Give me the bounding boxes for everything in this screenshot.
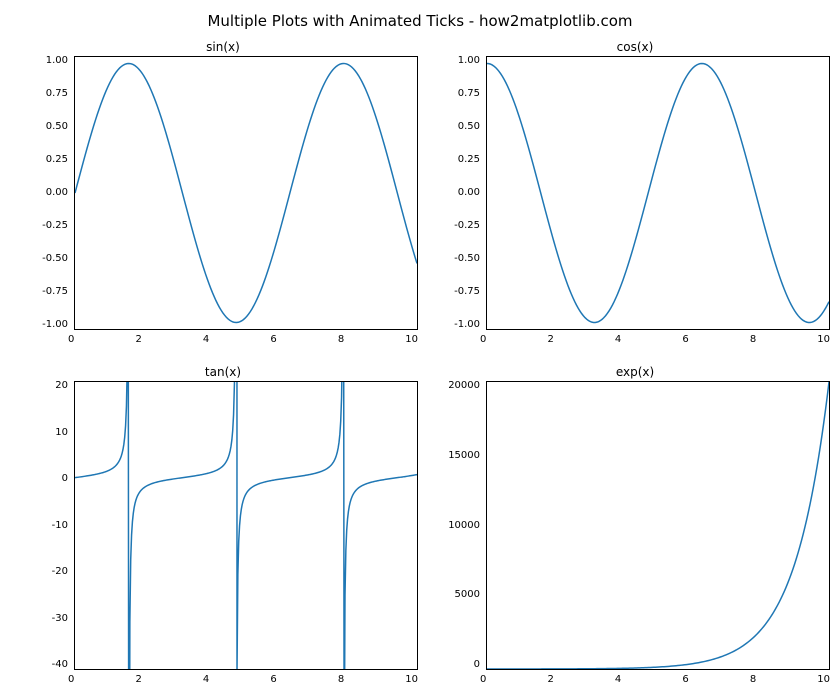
subplot-tan: tan(x) 20 10 0 -10 -20 -30 -40 0 2 4 6 8… [28, 365, 418, 685]
line-series-exp [487, 382, 829, 669]
plot-area [486, 381, 830, 670]
line-series-sin [75, 57, 417, 329]
line-series-cos [487, 57, 829, 329]
figure: Multiple Plots with Animated Ticks - how… [0, 0, 840, 700]
y-ticks: 1.00 0.75 0.50 0.25 0.00 -0.25 -0.50 -0.… [440, 56, 486, 330]
x-ticks: 0 2 4 6 8 10 [440, 670, 830, 685]
subplot-cos: cos(x) 1.00 0.75 0.50 0.25 0.00 -0.25 -0… [440, 40, 830, 345]
plot-area [74, 56, 418, 330]
subplot-title: sin(x) [28, 40, 418, 56]
y-ticks: 1.00 0.75 0.50 0.25 0.00 -0.25 -0.50 -0.… [28, 56, 74, 330]
subplot-title: exp(x) [440, 365, 830, 381]
subplot-title: tan(x) [28, 365, 418, 381]
line-series-tan [75, 382, 417, 669]
x-ticks: 0 2 4 6 8 10 [440, 330, 830, 345]
y-ticks: 20 10 0 -10 -20 -30 -40 [28, 381, 74, 670]
subplot-exp: exp(x) 20000 15000 10000 5000 0 0 2 4 6 … [440, 365, 830, 685]
figure-suptitle: Multiple Plots with Animated Ticks - how… [0, 12, 840, 30]
plot-area [74, 381, 418, 670]
y-ticks: 20000 15000 10000 5000 0 [440, 381, 486, 670]
plot-area [486, 56, 830, 330]
subplot-title: cos(x) [440, 40, 830, 56]
subplot-sin: sin(x) 1.00 0.75 0.50 0.25 0.00 -0.25 -0… [28, 40, 418, 345]
x-ticks: 0 2 4 6 8 10 [28, 670, 418, 685]
x-ticks: 0 2 4 6 8 10 [28, 330, 418, 345]
